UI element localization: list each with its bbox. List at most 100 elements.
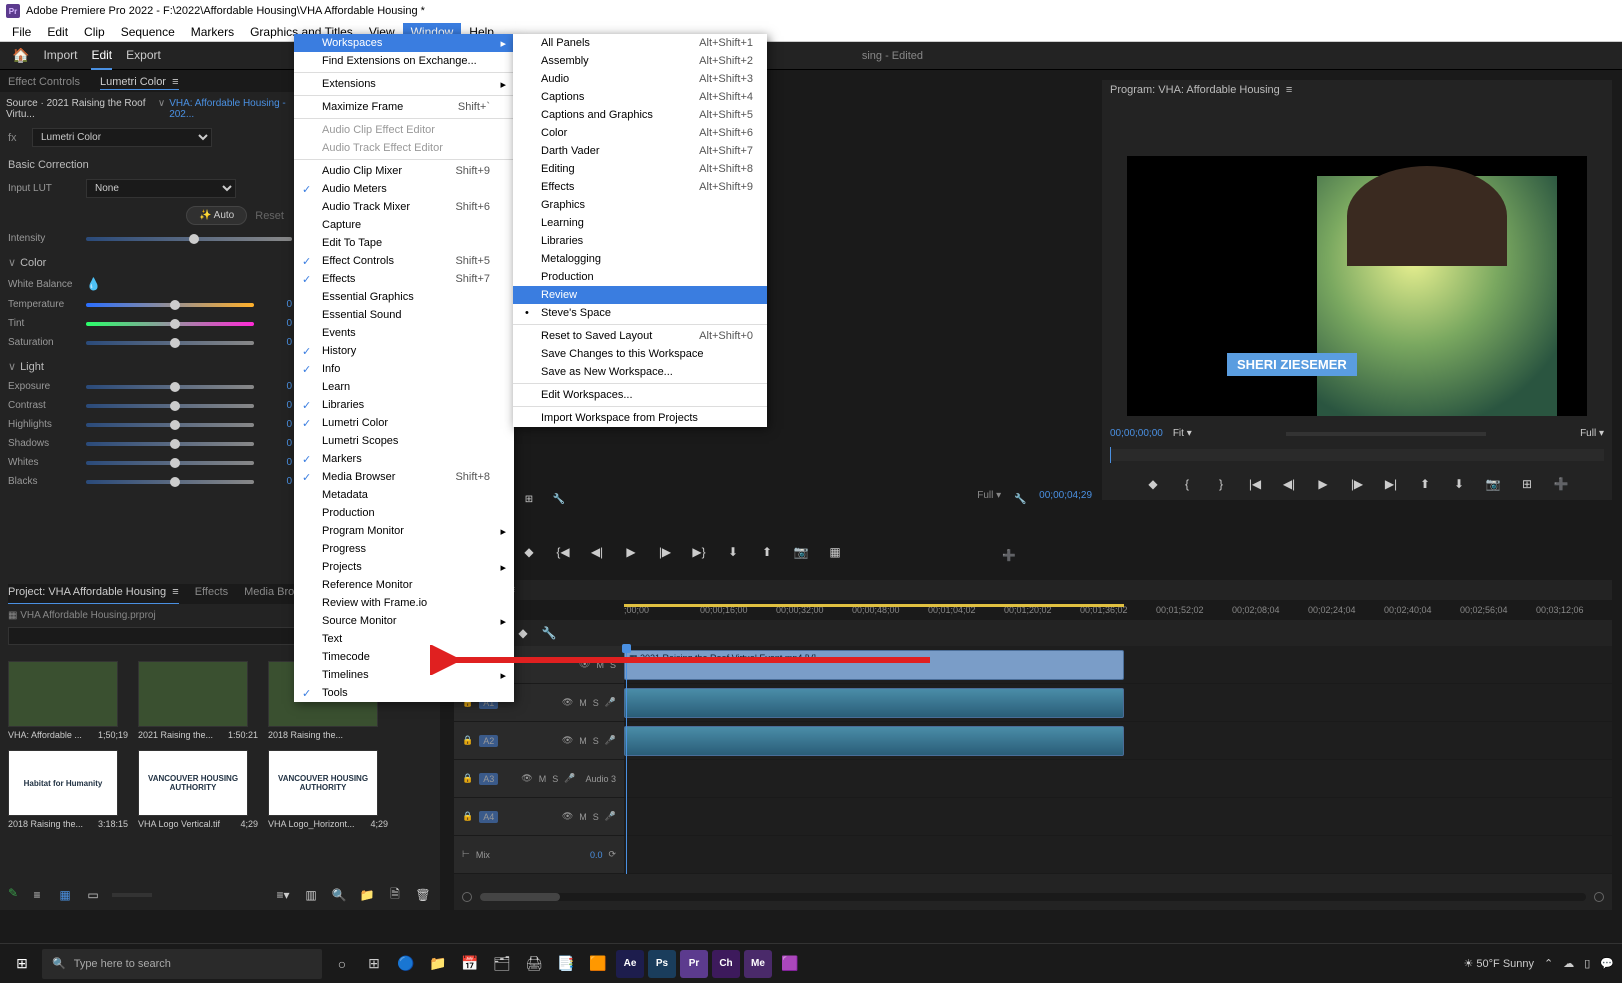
add-marker-timeline-icon[interactable]: ◆ bbox=[514, 624, 532, 642]
program-fit-dropdown[interactable]: Fit ▾ bbox=[1173, 428, 1192, 439]
wrench-icon[interactable]: 🔧 bbox=[550, 490, 568, 508]
notifications-icon[interactable]: 💬 bbox=[1600, 957, 1614, 970]
onedrive-icon[interactable]: ☁ bbox=[1563, 957, 1574, 970]
playhead[interactable] bbox=[626, 646, 627, 874]
workspace-menu-item[interactable]: All PanelsAlt+Shift+1 bbox=[513, 34, 767, 52]
workspace-menu-item[interactable]: Import Workspace from Projects bbox=[513, 409, 767, 427]
window-menu-item[interactable]: Edit To Tape bbox=[294, 234, 514, 252]
saturation-slider[interactable] bbox=[86, 341, 254, 345]
work-area-bar[interactable] bbox=[624, 604, 1124, 607]
tint-slider[interactable] bbox=[86, 322, 254, 326]
workspace-menu-item[interactable]: Edit Workspaces... bbox=[513, 386, 767, 404]
workspace-menu-item[interactable]: EditingAlt+Shift+8 bbox=[513, 160, 767, 178]
window-menu-item[interactable]: Text bbox=[294, 630, 514, 648]
window-menu-item[interactable]: Media BrowserShift+8 bbox=[294, 468, 514, 486]
step-forward-icon[interactable]: |▶ bbox=[1348, 475, 1366, 493]
window-menu-item[interactable]: Libraries bbox=[294, 396, 514, 414]
highlights-value[interactable]: 0 bbox=[262, 419, 292, 430]
taskbar-search[interactable]: 🔍 Type here to search bbox=[42, 949, 322, 979]
workspace-menu-item[interactable]: AssemblyAlt+Shift+2 bbox=[513, 52, 767, 70]
window-menu-item[interactable]: Learn bbox=[294, 378, 514, 396]
sequence-breadcrumb[interactable]: VHA: Affordable Housing - 202... bbox=[169, 98, 294, 120]
window-menu-item[interactable]: Find Extensions on Exchange... bbox=[294, 52, 514, 70]
sort-icon[interactable]: ≡▾ bbox=[274, 886, 292, 904]
source-breadcrumb[interactable]: Source · 2021 Raising the Roof Virtu... bbox=[6, 98, 154, 120]
window-menu-item[interactable]: Markers bbox=[294, 450, 514, 468]
menu-sequence[interactable]: Sequence bbox=[113, 23, 183, 41]
workspace-menu-item[interactable]: Darth VaderAlt+Shift+7 bbox=[513, 142, 767, 160]
workspace-menu-item[interactable]: Metalogging bbox=[513, 250, 767, 268]
contrast-slider[interactable] bbox=[86, 404, 254, 408]
eyedropper-icon[interactable]: 💧 bbox=[86, 277, 101, 291]
timeline-scroll-end[interactable] bbox=[1594, 892, 1604, 902]
section-light[interactable]: Light bbox=[20, 361, 44, 373]
project-bin[interactable]: VHA: Affordable ...1;50;19 bbox=[8, 661, 128, 740]
program-timecode-left[interactable]: 00;00;00;00 bbox=[1110, 428, 1163, 439]
icon-view-icon[interactable]: ▦ bbox=[56, 886, 74, 904]
find-icon[interactable]: 🔍 bbox=[330, 886, 348, 904]
new-item-icon[interactable]: 🗎 bbox=[386, 886, 404, 904]
shadows-value[interactable]: 0 bbox=[262, 438, 292, 449]
new-bin-icon[interactable]: 📁 bbox=[358, 886, 376, 904]
tab-export[interactable]: Export bbox=[126, 42, 161, 70]
src-export-frame-icon[interactable]: 📷 bbox=[792, 543, 810, 561]
timeline-display-settings-icon[interactable]: ⊞ bbox=[520, 490, 538, 508]
tab-import[interactable]: Import bbox=[43, 42, 77, 70]
track-row[interactable] bbox=[624, 684, 1612, 722]
track-header-A3[interactable]: 🔒A3👁MS🎤Audio 3 bbox=[454, 760, 624, 798]
exposure-slider[interactable] bbox=[86, 385, 254, 389]
go-to-in-icon[interactable]: |◀ bbox=[1246, 475, 1264, 493]
timeline-scroll-start[interactable] bbox=[462, 892, 472, 902]
taskbar-app-icon[interactable]: Ps bbox=[648, 950, 676, 978]
menu-clip[interactable]: Clip bbox=[76, 23, 113, 41]
window-menu-item[interactable]: Review with Frame.io bbox=[294, 594, 514, 612]
project-bin[interactable]: VANCOUVER HOUSING AUTHORITYVHA Logo_Hori… bbox=[268, 750, 388, 829]
input-lut-dropdown[interactable]: None bbox=[86, 179, 236, 198]
tab-edit[interactable]: Edit bbox=[91, 42, 112, 70]
window-menu-item[interactable]: Workspaces bbox=[294, 34, 514, 52]
highlights-slider[interactable] bbox=[86, 423, 254, 427]
lift-icon[interactable]: ⬆ bbox=[1416, 475, 1434, 493]
taskbar-app-icon[interactable]: 🗂 bbox=[488, 950, 516, 978]
temperature-value[interactable]: 0 bbox=[262, 299, 292, 310]
window-menu-item[interactable]: Progress bbox=[294, 540, 514, 558]
mark-out-icon[interactable]: } bbox=[1212, 475, 1230, 493]
start-button[interactable]: ⊞ bbox=[8, 950, 36, 978]
track-content[interactable]: ▦ 2021 Raising the Roof Virtual Event.mp… bbox=[624, 646, 1612, 874]
export-frame-icon[interactable]: 📷 bbox=[1484, 475, 1502, 493]
reset-button[interactable]: Reset bbox=[255, 210, 284, 222]
window-menu-item[interactable]: Essential Graphics bbox=[294, 288, 514, 306]
window-menu-item[interactable]: Projects bbox=[294, 558, 514, 576]
window-menu-item[interactable]: Production bbox=[294, 504, 514, 522]
window-menu-item[interactable]: Tools bbox=[294, 684, 514, 702]
src-marker-icon[interactable]: ◆ bbox=[520, 543, 538, 561]
window-menu-item[interactable]: Source Monitor bbox=[294, 612, 514, 630]
taskbar-app-icon[interactable]: Me bbox=[744, 950, 772, 978]
workspace-menu-item[interactable]: Reset to Saved LayoutAlt+Shift+0 bbox=[513, 327, 767, 345]
play-icon[interactable]: ▶ bbox=[1314, 475, 1332, 493]
taskbar-app-icon[interactable]: ⊞ bbox=[360, 950, 388, 978]
panel-tab-project[interactable]: Project: VHA Affordable Housing ≡ bbox=[8, 584, 179, 604]
comparison-view-icon[interactable]: ⊞ bbox=[1518, 475, 1536, 493]
contrast-value[interactable]: 0 bbox=[262, 400, 292, 411]
blacks-slider[interactable] bbox=[86, 480, 254, 484]
track-row[interactable] bbox=[624, 798, 1612, 836]
settings-icon[interactable]: 🔧 bbox=[1011, 490, 1029, 508]
taskbar-app-icon[interactable]: 🟪 bbox=[776, 950, 804, 978]
src-play-icon[interactable]: ▶ bbox=[622, 543, 640, 561]
workspace-menu-item[interactable]: CaptionsAlt+Shift+4 bbox=[513, 88, 767, 106]
blacks-value[interactable]: 0 bbox=[262, 476, 292, 487]
mark-in-icon[interactable]: { bbox=[1178, 475, 1196, 493]
taskbar-app-icon[interactable]: ○ bbox=[328, 950, 356, 978]
window-menu-item[interactable]: Reference Monitor bbox=[294, 576, 514, 594]
panel-tab-effect-controls[interactable]: Effect Controls bbox=[8, 74, 80, 90]
section-color[interactable]: Color bbox=[20, 257, 46, 269]
video-clip[interactable]: ▦ 2021 Raising the Roof Virtual Event.mp… bbox=[624, 650, 1124, 680]
taskbar-app-icon[interactable]: 🔵 bbox=[392, 950, 420, 978]
track-row[interactable] bbox=[624, 836, 1612, 874]
track-header-Mix[interactable]: ⊢Mix0.0⟳ bbox=[454, 836, 624, 874]
automate-icon[interactable]: ▥ bbox=[302, 886, 320, 904]
menu-file[interactable]: File bbox=[4, 23, 39, 41]
pen-icon[interactable]: ✎ bbox=[8, 886, 18, 904]
window-menu-item[interactable]: Timecode bbox=[294, 648, 514, 666]
